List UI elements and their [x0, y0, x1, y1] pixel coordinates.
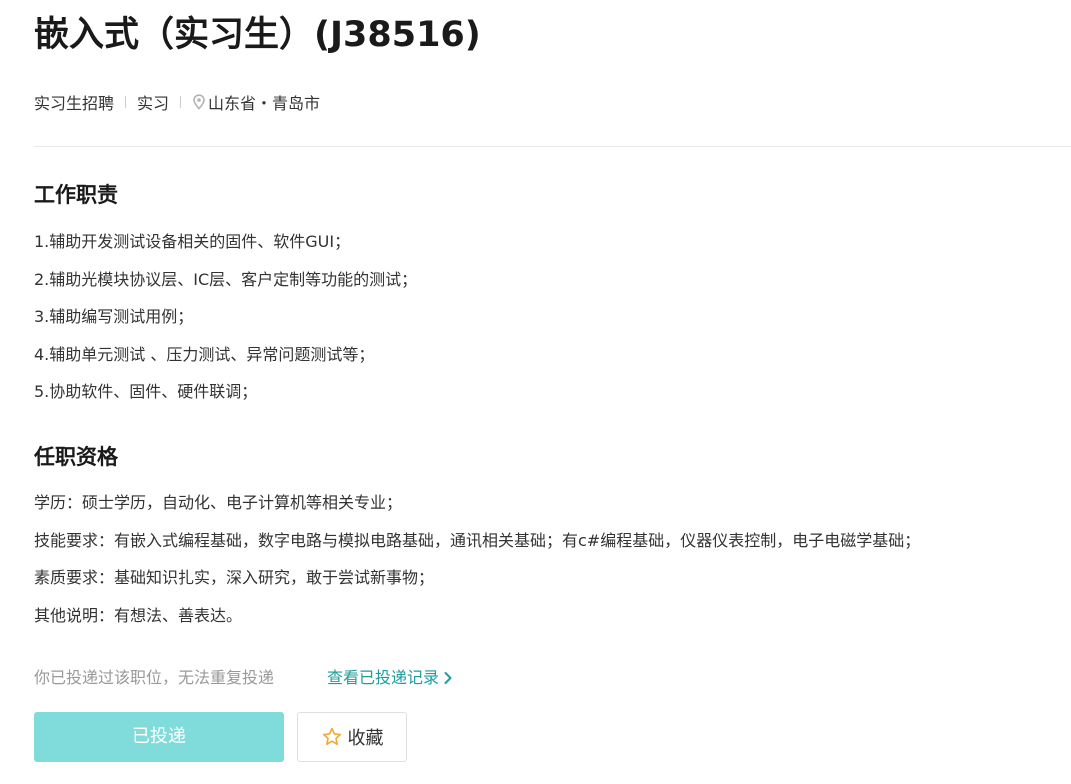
job-type: 实习: [137, 94, 170, 113]
duty-item: 4.辅助单元测试 、压力测试、异常问题测试等；: [34, 344, 375, 364]
favorite-button[interactable]: 收藏: [297, 712, 407, 762]
requirement-item: 其他说明：有想法、善表达。: [34, 605, 243, 625]
duty-item: 3.辅助编写测试用例；: [34, 307, 194, 326]
job-meta: 实习生招聘 实习 山东省・青岛市: [34, 90, 320, 114]
job-title: 嵌入式（实习生）(J38516): [34, 15, 481, 55]
favorite-label: 收藏: [347, 728, 384, 749]
requirement-item: 学历：硕士学历，自动化、电子计算机等相关专业；: [34, 493, 403, 512]
duties-heading: 工作职责: [34, 183, 118, 207]
duty-item: 1.辅助开发测试设备相关的固件、软件GUI；: [34, 232, 351, 251]
map-pin-icon: [193, 94, 205, 110]
job-location: 山东省・青岛市: [208, 94, 321, 113]
chevron-right-icon: [444, 672, 452, 684]
requirement-item: 素质要求：基础知识扎实，深入研究，敢于尝试新事物；: [34, 568, 435, 587]
record-link-label: 查看已投递记录: [327, 668, 440, 687]
job-category: 实习生招聘: [34, 94, 115, 113]
view-application-record-link[interactable]: 查看已投递记录: [327, 666, 453, 690]
applied-button[interactable]: 已投递: [34, 712, 284, 762]
star-outline-icon: [322, 727, 341, 746]
meta-divider: [125, 96, 127, 108]
duties-list: 1.辅助开发测试设备相关的固件、软件GUI； 2.辅助光模块协议层、IC层、客户…: [34, 230, 417, 418]
duty-item: 5.协助软件、固件、硬件联调；: [34, 382, 258, 401]
duty-item: 2.辅助光模块协议层、IC层、客户定制等功能的测试；: [34, 269, 418, 289]
applied-notice: 你已投递过该职位，无法重复投递: [34, 668, 275, 687]
header-divider: [34, 146, 1071, 147]
meta-divider: [180, 96, 182, 108]
requirement-item: 技能要求：有嵌入式编程基础，数字电路与模拟电路基础，通讯相关基础；有c#编程基础…: [34, 530, 921, 550]
requirements-heading: 任职资格: [34, 445, 118, 469]
requirements-list: 学历：硕士学历，自动化、电子计算机等相关专业； 技能要求：有嵌入式编程基础，数字…: [34, 491, 920, 641]
